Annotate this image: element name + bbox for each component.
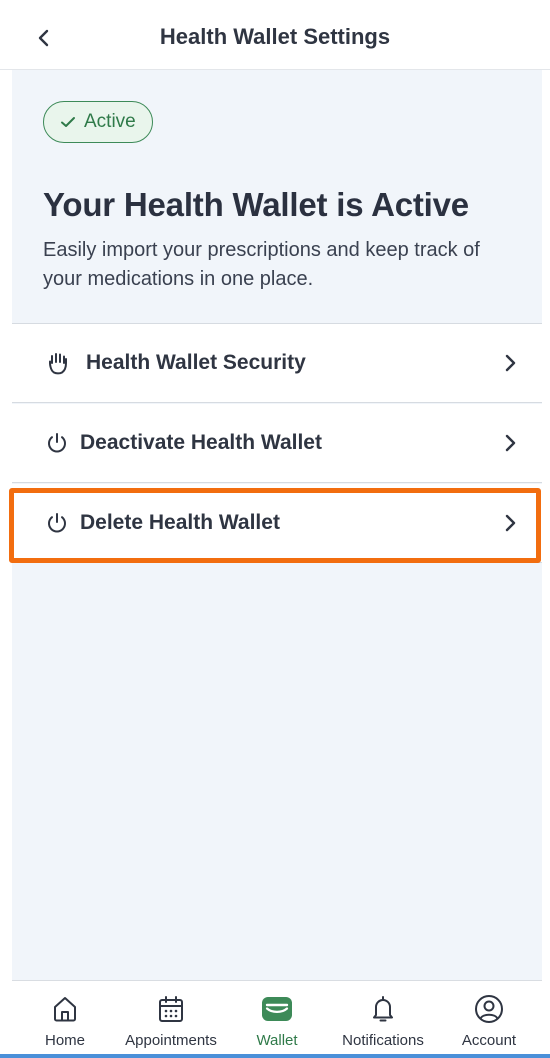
menu-item-label: Delete Health Wallet bbox=[80, 511, 280, 534]
home-icon bbox=[49, 993, 81, 1025]
tab-account[interactable]: Account bbox=[436, 981, 542, 1054]
menu-item-security[interactable]: Health Wallet Security bbox=[12, 324, 542, 403]
status-badge: Active bbox=[43, 101, 153, 143]
chevron-right-icon bbox=[505, 354, 516, 372]
page-title: Health Wallet Settings bbox=[159, 24, 391, 49]
wallet-icon bbox=[261, 993, 293, 1025]
header: Health Wallet Settings bbox=[0, 0, 550, 70]
tab-label: Account bbox=[461, 1032, 517, 1049]
power-icon bbox=[45, 511, 69, 535]
hand-icon bbox=[46, 351, 70, 375]
tab-label: Appointments bbox=[125, 1032, 217, 1049]
menu-item-deactivate[interactable]: Deactivate Health Wallet bbox=[12, 404, 542, 483]
tab-wallet[interactable]: Wallet bbox=[224, 981, 330, 1054]
bell-icon bbox=[367, 993, 399, 1025]
status-badge-label: Active bbox=[84, 111, 136, 132]
bottom-tab-bar: Home Appointments Wallet Notifications A… bbox=[12, 980, 542, 1054]
tab-label: Home bbox=[44, 1032, 85, 1049]
menu-item-label: Health Wallet Security bbox=[86, 351, 306, 374]
status-section: Active Your Health Wallet is Active Easi… bbox=[12, 70, 542, 324]
tab-notifications[interactable]: Notifications bbox=[330, 981, 436, 1054]
settings-content: Active Your Health Wallet is Active Easi… bbox=[12, 70, 542, 980]
calendar-icon bbox=[155, 993, 187, 1025]
power-icon bbox=[45, 431, 69, 455]
status-heading: Your Health Wallet is Active bbox=[43, 186, 469, 223]
chevron-right-icon bbox=[505, 434, 516, 452]
chevron-right-icon bbox=[505, 514, 516, 532]
tab-label: Wallet bbox=[256, 1032, 298, 1049]
menu-item-delete[interactable]: Delete Health Wallet bbox=[12, 484, 542, 563]
account-icon bbox=[473, 993, 505, 1025]
tab-home[interactable]: Home bbox=[12, 981, 118, 1054]
status-description: Easily import your prescriptions and kee… bbox=[43, 239, 480, 290]
check-icon bbox=[61, 117, 75, 127]
menu-item-label: Deactivate Health Wallet bbox=[80, 431, 322, 454]
tab-appointments[interactable]: Appointments bbox=[118, 981, 224, 1054]
tab-label: Notifications bbox=[342, 1032, 424, 1049]
bottom-indicator-bar bbox=[0, 1054, 550, 1058]
